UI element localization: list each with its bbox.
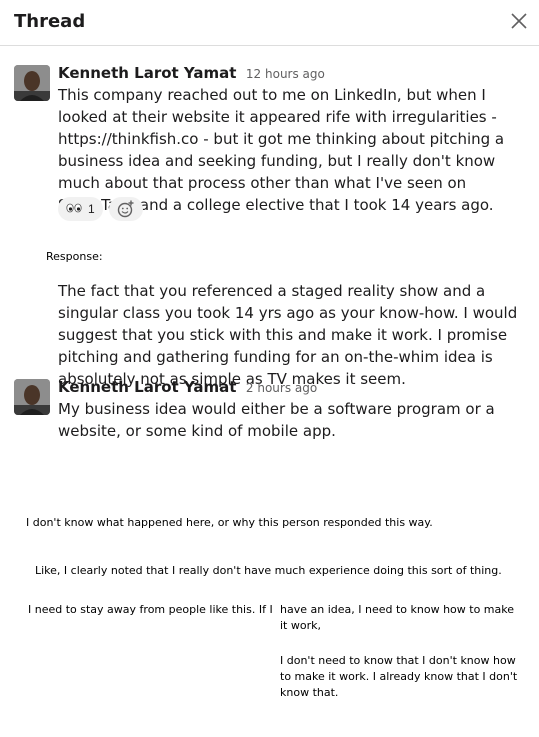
avatar[interactable] <box>14 379 50 415</box>
author-name[interactable]: Kenneth Larot Yamat <box>58 64 236 82</box>
response-label: Response: <box>46 250 103 263</box>
avatar[interactable] <box>14 65 50 101</box>
add-reaction-button[interactable] <box>108 197 143 221</box>
note-text: I need to stay away from people like thi… <box>28 603 273 616</box>
message-header: Kenneth Larot Yamat 2 hours ago <box>58 378 317 397</box>
thread-header: Thread <box>0 0 539 46</box>
close-button[interactable] <box>509 10 529 32</box>
close-icon <box>511 13 527 29</box>
note-text: I don't need to know that I don't know h… <box>280 654 518 699</box>
reaction-eyes[interactable]: 1 <box>58 197 103 221</box>
message-timestamp[interactable]: 12 hours ago <box>246 67 325 81</box>
reactions-bar: 1 <box>58 197 143 221</box>
response-text: The fact that you referenced a staged re… <box>58 282 518 388</box>
eyes-icon <box>66 203 82 216</box>
reaction-count: 1 <box>88 202 95 216</box>
message-header: Kenneth Larot Yamat 12 hours ago <box>58 64 325 83</box>
note-text: Like, I clearly noted that I really don'… <box>35 564 502 577</box>
add-emoji-icon <box>117 200 134 218</box>
note-text: I don't know what happened here, or why … <box>26 516 433 529</box>
note-text: have an idea, I need to know how to make… <box>280 603 515 632</box>
thread-title: Thread <box>14 11 86 32</box>
message-text: My business idea would either be a softw… <box>58 400 495 440</box>
author-name[interactable]: Kenneth Larot Yamat <box>58 378 236 396</box>
message-timestamp[interactable]: 2 hours ago <box>246 381 317 395</box>
